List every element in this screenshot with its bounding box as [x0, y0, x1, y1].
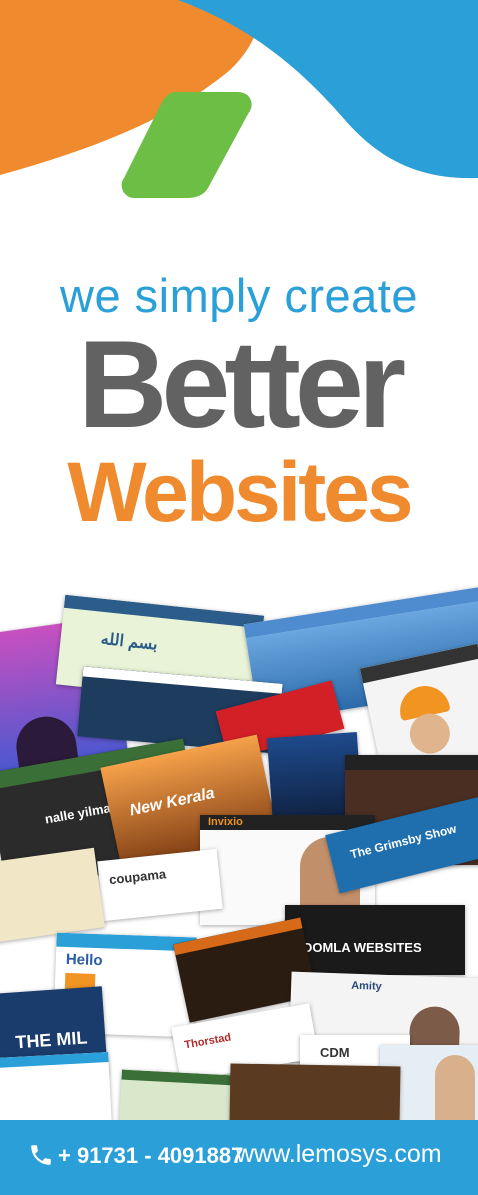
header-decoration	[0, 0, 478, 198]
website-url[interactable]: www.lemosys.com	[236, 1140, 442, 1169]
screenshot-bottom-left	[0, 1052, 112, 1120]
screenshot-coupama: coupama	[97, 848, 223, 922]
screenshot-joomla: JOOMLA WEBSITES	[285, 905, 465, 975]
headline-better: Better	[77, 316, 406, 454]
phone-icon	[31, 1145, 51, 1165]
website-collage: بسم الله nalle yilmaz New Kerala Invixio…	[0, 585, 478, 1120]
screen-label-amity: Amity	[350, 979, 382, 993]
phone-number[interactable]: + 91731 - 4091887	[58, 1143, 243, 1169]
screen-label-invixio: Invixio	[208, 816, 243, 828]
screen-label-joomla: JOOMLA WEBSITES	[295, 940, 422, 955]
screen-label-coupama: coupama	[108, 866, 167, 888]
screen-label-cdm: CDM	[320, 1045, 350, 1060]
footer-bar: + 91731 - 4091887 www.lemosys.com	[0, 1120, 478, 1195]
screen-label-mil: THE MIL	[14, 1027, 88, 1053]
screenshot-mosque-bottom	[229, 1063, 401, 1120]
headline-websites: Websites	[67, 445, 413, 539]
screen-label-hello: Hello	[65, 950, 103, 970]
screen-label-grimsby: The Grimsby Show	[348, 821, 458, 862]
tagline: we simply create	[60, 269, 418, 322]
screenshot-surgery	[0, 847, 106, 943]
screen-label-thorstad: Thorstad	[183, 1031, 232, 1052]
